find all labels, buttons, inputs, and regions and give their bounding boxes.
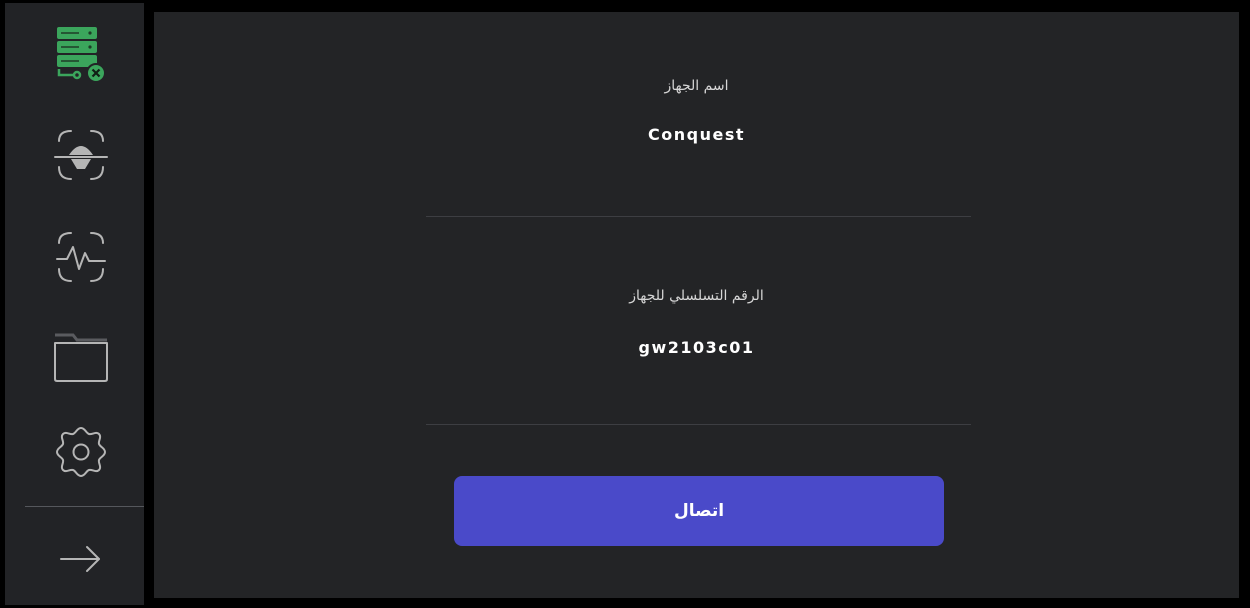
sidebar-divider: [25, 506, 144, 507]
server-disconnected-icon[interactable]: [49, 23, 113, 87]
arrow-right-icon[interactable]: [49, 527, 113, 591]
sidebar: [5, 3, 144, 605]
device-name-label: اسم الجهاز: [664, 78, 729, 94]
separator: [426, 424, 971, 425]
device-serial-value: gw2103c01: [638, 338, 755, 357]
folder-icon[interactable]: [49, 323, 113, 387]
screen: اسم الجهاز Conquest الرقم التسلسلي للجها…: [0, 0, 1250, 608]
device-info-panel: اسم الجهاز Conquest الرقم التسلسلي للجها…: [154, 12, 1239, 598]
connect-button[interactable]: اتصال: [454, 476, 944, 546]
device-name-value: Conquest: [648, 125, 745, 144]
settings-icon[interactable]: [49, 421, 113, 485]
scan-icon[interactable]: [49, 123, 113, 187]
device-serial-label: الرقم التسلسلي للجهاز: [629, 288, 764, 304]
separator: [426, 216, 971, 217]
heart-rate-icon[interactable]: [49, 225, 113, 289]
